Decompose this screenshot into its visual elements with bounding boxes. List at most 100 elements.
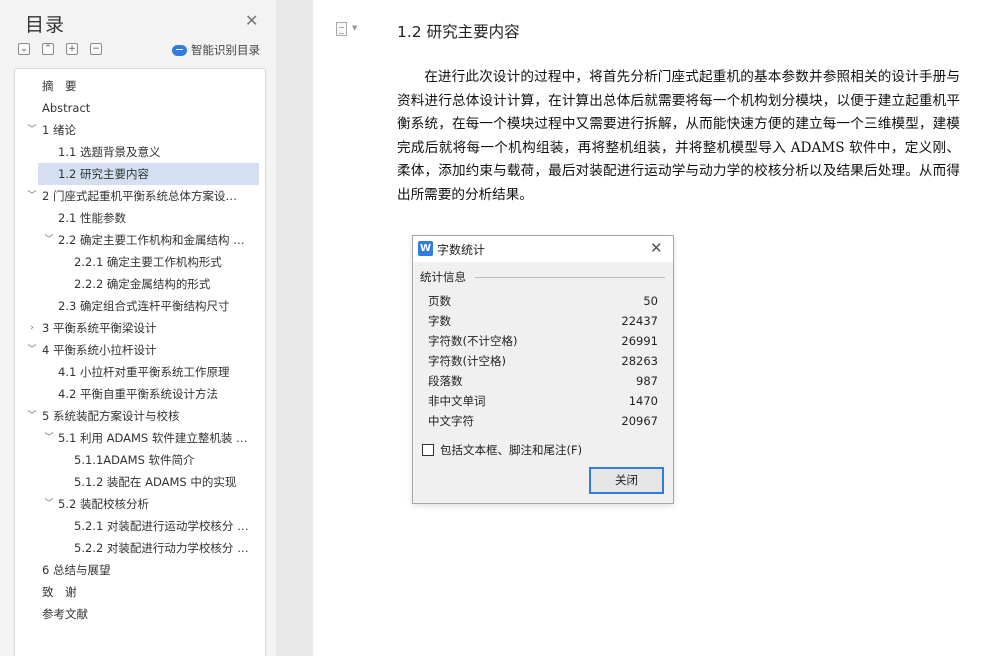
toc-item[interactable]: 1.2 研究主要内容	[38, 163, 259, 185]
toc-item[interactable]: 4.2 平衡自重平衡系统设计方法	[15, 383, 265, 405]
toc-item-label: 1.2 研究主要内容	[58, 167, 149, 181]
toc-item[interactable]: Abstract	[15, 97, 265, 119]
toc-item[interactable]: ﹀ 2 门座式起重机平衡系统总体方案设…	[15, 185, 265, 207]
collapse-all-icon[interactable]: ⌃	[42, 43, 54, 55]
toc-list-container: 摘 要 Abstract ﹀ 1 绪论 1.1 选题背景及意义 1.2 研究主要内容 ﹀ 2 …	[14, 68, 266, 656]
stat-row: 字符数(计空格) 28263	[428, 351, 658, 371]
section-heading: 1.2 研究主要内容	[397, 23, 520, 41]
stat-label: 页数	[428, 294, 451, 308]
checkbox-label: 包括文本框、脚注和尾注(F)	[440, 443, 583, 457]
stat-value: 1470	[628, 394, 658, 408]
smart-toc-button[interactable]: 智能识别目录	[172, 42, 260, 58]
toc-item[interactable]: ﹀ 1 绪论	[15, 119, 265, 141]
toc-toolbar: ⌄ ⌃ + −	[18, 43, 114, 55]
toc-item-label: 4.1 小拉杆对重平衡系统工作原理	[58, 365, 230, 379]
smart-toc-label: 智能识别目录	[191, 43, 260, 57]
toc-item-label: 参考文献	[42, 607, 88, 621]
toc-item-label: 6 总结与展望	[42, 563, 111, 577]
toc-item[interactable]: ﹀ 5.1 利用 ADAMS 软件建立整机装 …	[15, 427, 265, 449]
toc-item-label: 5.2.2 对装配进行动力学校核分 …	[74, 541, 249, 555]
toc-item-label: 摘 要	[42, 79, 77, 93]
dropdown-arrow-icon[interactable]: ▼	[352, 24, 357, 32]
close-button[interactable]: 关闭	[589, 467, 664, 494]
toc-close-icon[interactable]: ✕	[245, 12, 258, 30]
toc-item-label: 5.1 利用 ADAMS 软件建立整机装 …	[58, 431, 248, 445]
toc-item[interactable]: 摘 要	[15, 75, 265, 97]
stats-list: 页数 50 字数 22437 字符数(不计空格) 26991 字符数(计空格) 28263 段落…	[428, 291, 658, 431]
stat-value: 987	[636, 374, 658, 388]
toc-item[interactable]: ﹀ 4 平衡系统小拉杆设计	[15, 339, 265, 361]
chevron-down-icon[interactable]: ﹀	[44, 427, 54, 449]
toc-item-label: 3 平衡系统平衡梁设计	[42, 321, 157, 335]
group-divider	[475, 277, 665, 278]
chevron-down-icon[interactable]: ﹀	[27, 339, 37, 361]
stat-label: 字数	[428, 314, 451, 328]
paragraph-layout-icon[interactable]	[336, 22, 347, 36]
cloud-icon	[172, 44, 187, 56]
body-paragraph: 在进行此次设计的过程中，将首先分析门座式起重机的基本参数并参照相关的设计手册与资…	[397, 69, 960, 203]
toc-item-label: 5.1.1ADAMS 软件简介	[74, 453, 195, 467]
dialog-titlebar[interactable]: W 字数统计 ✕	[413, 236, 673, 262]
toc-item-label: 5.2 装配校核分析	[58, 497, 149, 511]
toc-item[interactable]: ﹀ 2.2 确定主要工作机构和金属结构 …	[15, 229, 265, 251]
stat-label: 段落数	[428, 374, 463, 388]
dialog-close-icon[interactable]: ✕	[650, 239, 663, 257]
toc-item-label: 1 绪论	[42, 123, 76, 137]
stat-value: 26991	[621, 334, 658, 348]
chevron-right-icon[interactable]: ›	[27, 317, 37, 339]
stat-label: 中文字符	[428, 414, 474, 428]
stat-value: 20967	[621, 414, 658, 428]
toc-item[interactable]: 2.2.2 确定金属结构的形式	[15, 273, 265, 295]
remove-level-icon[interactable]: −	[90, 43, 102, 55]
stat-label: 字符数(不计空格)	[428, 334, 518, 348]
toc-item-label: 5.1.2 装配在 ADAMS 中的实现	[74, 475, 237, 489]
stat-row: 段落数 987	[428, 371, 658, 391]
dialog-title: 字数统计	[437, 243, 486, 257]
toc-item-label: 2.2.1 确定主要工作机构形式	[74, 255, 222, 269]
toc-item-label: 5.2.1 对装配进行运动学校核分 …	[74, 519, 249, 533]
chevron-down-icon[interactable]: ﹀	[44, 493, 54, 515]
toc-item[interactable]: 参考文献	[15, 603, 265, 625]
toc-item[interactable]: 1.1 选题背景及意义	[15, 141, 265, 163]
stat-row: 中文字符 20967	[428, 411, 658, 431]
stat-label: 字符数(计空格)	[428, 354, 506, 368]
toc-item-label: 2.1 性能参数	[58, 211, 126, 225]
include-textbox-checkbox[interactable]: 包括文本框、脚注和尾注(F)	[422, 442, 582, 458]
stat-value: 50	[643, 294, 658, 308]
toc-item[interactable]: 5.2.2 对装配进行动力学校核分 …	[15, 537, 265, 559]
checkbox-box[interactable]	[422, 444, 434, 456]
toc-item[interactable]: 5.1.2 装配在 ADAMS 中的实现	[15, 471, 265, 493]
toc-item-label: 2.2.2 确定金属结构的形式	[74, 277, 211, 291]
expand-all-icon[interactable]: ⌄	[18, 43, 30, 55]
toc-item[interactable]: › 3 平衡系统平衡梁设计	[15, 317, 265, 339]
toc-item[interactable]: 2.2.1 确定主要工作机构形式	[15, 251, 265, 273]
toc-item-label: 1.1 选题背景及意义	[58, 145, 161, 159]
toc-item[interactable]: 致 谢	[15, 581, 265, 603]
toc-pane: 目录 ✕ ⌄ ⌃ + − 智能识别目录 摘 要 Abstract ﹀ 1 绪论 1.1 …	[0, 0, 276, 656]
stat-value: 28263	[621, 354, 658, 368]
toc-item[interactable]: 4.1 小拉杆对重平衡系统工作原理	[15, 361, 265, 383]
toc-item-label: 致 谢	[42, 585, 77, 599]
stats-group-label: 统计信息	[420, 270, 466, 284]
toc-list: 摘 要 Abstract ﹀ 1 绪论 1.1 选题背景及意义 1.2 研究主要内容 ﹀ 2 …	[15, 69, 265, 625]
chevron-down-icon[interactable]: ﹀	[27, 119, 37, 141]
toc-title: 目录	[25, 14, 66, 36]
stat-label: 非中文单词	[428, 394, 486, 408]
toc-item[interactable]: 5.1.1ADAMS 软件简介	[15, 449, 265, 471]
chevron-down-icon[interactable]: ﹀	[44, 229, 54, 251]
add-level-icon[interactable]: +	[66, 43, 78, 55]
toc-item-label: 5 系统装配方案设计与校核	[42, 409, 180, 423]
word-count-dialog: W 字数统计 ✕ 统计信息 页数 50 字数 22437 字符数(不计空格) 26991 字…	[412, 235, 674, 504]
stat-row: 字数 22437	[428, 311, 658, 331]
toc-item[interactable]: 2.1 性能参数	[15, 207, 265, 229]
stat-row: 字符数(不计空格) 26991	[428, 331, 658, 351]
toc-item[interactable]: ﹀ 5.2 装配校核分析	[15, 493, 265, 515]
stat-row: 页数 50	[428, 291, 658, 311]
toc-item-label: 2.2 确定主要工作机构和金属结构 …	[58, 233, 245, 247]
toc-item[interactable]: 2.3 确定组合式连杆平衡结构尺寸	[15, 295, 265, 317]
chevron-down-icon[interactable]: ﹀	[27, 405, 37, 427]
chevron-down-icon[interactable]: ﹀	[27, 185, 37, 207]
toc-item[interactable]: 5.2.1 对装配进行运动学校核分 …	[15, 515, 265, 537]
toc-item[interactable]: ﹀ 5 系统装配方案设计与校核	[15, 405, 265, 427]
toc-item[interactable]: 6 总结与展望	[15, 559, 265, 581]
